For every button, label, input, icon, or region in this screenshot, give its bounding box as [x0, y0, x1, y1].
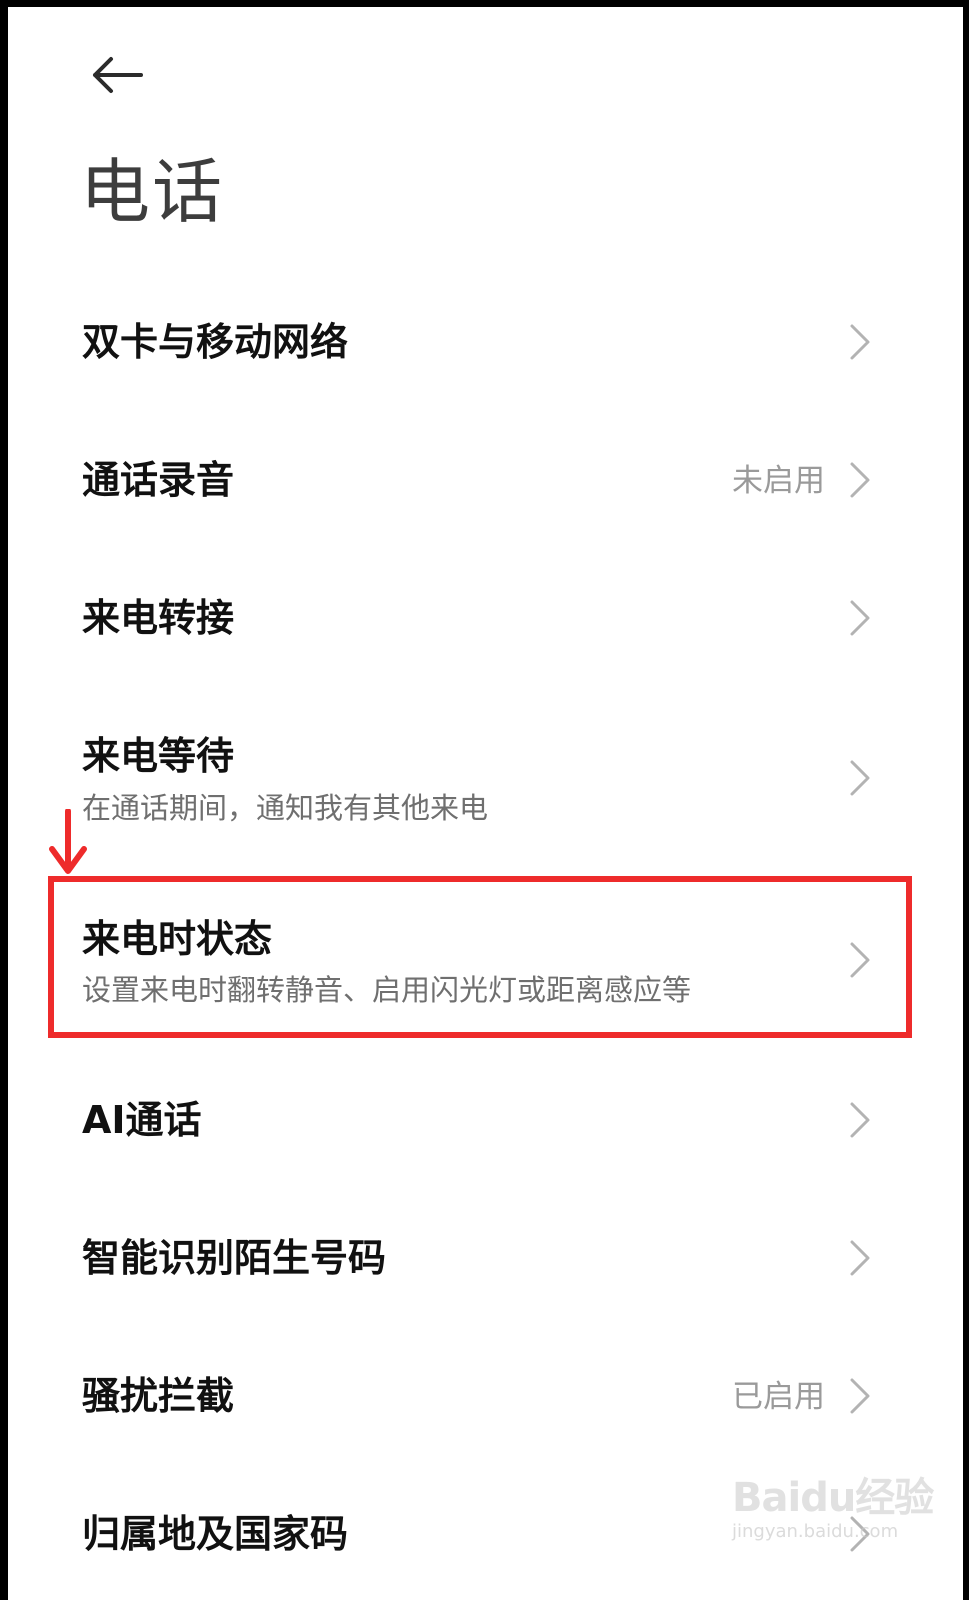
list-item-incoming-call-status[interactable]: 来电时状态 设置来电时翻转静音、启用闪光灯或距离感应等 — [8, 879, 963, 1035]
item-title: 归属地及国家码 — [82, 1512, 349, 1556]
list-item-ai-call[interactable]: AI通话 — [8, 1050, 963, 1190]
chevron-right-icon — [850, 600, 870, 636]
chevron-right-icon — [850, 462, 870, 498]
item-title: 通话录音 — [82, 458, 235, 502]
list-item-call-recording[interactable]: 通话录音 未启用 — [8, 410, 963, 550]
list-item-spam-blocking[interactable]: 骚扰拦截 已启用 — [8, 1326, 963, 1466]
item-title: 来电时状态 — [82, 917, 273, 961]
back-button[interactable] — [82, 43, 152, 107]
chevron-right-icon — [850, 324, 870, 360]
item-title: 来电转接 — [82, 596, 235, 640]
list-item-dual-sim[interactable]: 双卡与移动网络 — [8, 272, 963, 412]
list-item-identify-unknown-numbers[interactable]: 智能识别陌生号码 — [8, 1188, 963, 1328]
item-status-value: 已启用 — [732, 1379, 825, 1415]
item-subtitle: 在通话期间，通知我有其他来电 — [82, 791, 489, 825]
page-title: 电话 — [80, 151, 224, 233]
item-title: AI通话 — [82, 1098, 202, 1142]
chevron-right-icon — [850, 760, 870, 796]
item-title: 智能识别陌生号码 — [82, 1236, 387, 1280]
chevron-right-icon — [850, 1516, 870, 1552]
chevron-right-icon — [850, 1378, 870, 1414]
chevron-right-icon — [850, 942, 870, 978]
item-title: 双卡与移动网络 — [82, 320, 349, 364]
item-title: 骚扰拦截 — [82, 1374, 235, 1418]
item-status-value: 未启用 — [732, 463, 825, 499]
chevron-right-icon — [850, 1102, 870, 1138]
list-item-location-country-code[interactable]: 归属地及国家码 — [8, 1464, 963, 1600]
list-item-call-forwarding[interactable]: 来电转接 — [8, 548, 963, 688]
item-title: 来电等待 — [82, 734, 235, 778]
chevron-right-icon — [850, 1240, 870, 1276]
item-subtitle: 设置来电时翻转静音、启用闪光灯或距离感应等 — [82, 973, 692, 1007]
arrow-left-icon — [93, 57, 143, 93]
list-item-call-waiting[interactable]: 来电等待 在通话期间，通知我有其他来电 — [8, 697, 963, 857]
phone-settings-screen: 电话 双卡与移动网络 通话录音 未启用 来电转接 来电等待 在通话期间，通知我有… — [8, 7, 963, 1600]
